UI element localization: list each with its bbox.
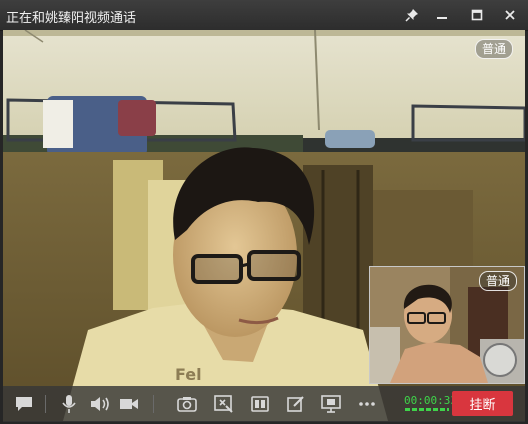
speaker-icon[interactable]	[88, 392, 112, 416]
chat-icon[interactable]	[12, 392, 36, 416]
close-icon[interactable]	[499, 4, 521, 26]
maximize-icon[interactable]	[466, 4, 488, 26]
pin-icon[interactable]	[401, 4, 423, 26]
titlebar[interactable]: 正在和姚臻阳视频通话	[0, 0, 528, 31]
self-view-video[interactable]: 普通	[369, 266, 525, 384]
call-toolbar: 00:00:33 挂断	[3, 386, 525, 422]
microphone-icon[interactable]	[57, 392, 81, 416]
camera-icon[interactable]	[117, 392, 141, 416]
screen-select-icon[interactable]	[212, 392, 236, 416]
edit-icon[interactable]	[284, 392, 308, 416]
signal-indicator	[405, 408, 449, 411]
more-icon[interactable]	[355, 392, 379, 416]
minimize-icon[interactable]	[431, 4, 453, 26]
svg-text:Fel: Fel	[175, 365, 202, 384]
hangup-button[interactable]: 挂断	[452, 391, 513, 416]
self-quality-badge[interactable]: 普通	[479, 271, 518, 291]
toolbar-divider	[45, 395, 46, 413]
screen-share-icon[interactable]	[319, 392, 343, 416]
split-view-icon[interactable]	[248, 392, 272, 416]
video-call-window: 正在和姚臻阳视频通话 Fel 普通 普通 00:00:33 挂断	[0, 0, 528, 424]
window-title: 正在和姚臻阳视频通话	[6, 11, 137, 26]
toolbar-divider	[153, 395, 154, 413]
call-timer: 00:00:33	[404, 394, 457, 407]
remote-quality-badge[interactable]: 普通	[475, 39, 514, 59]
snapshot-icon[interactable]	[175, 392, 199, 416]
